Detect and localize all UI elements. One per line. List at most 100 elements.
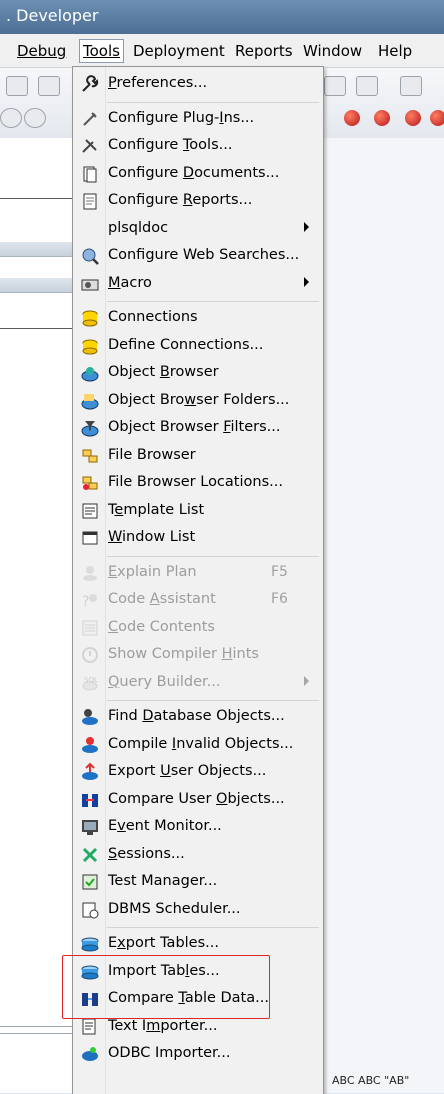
menu-separator [107, 101, 319, 103]
menu-item-object-browser-filters[interactable]: Object Browser Filters... [73, 415, 323, 441]
menu-item-window-list[interactable]: Window List [73, 525, 323, 551]
menu-item-label: Object Browser Filters... [108, 419, 281, 435]
dbms-scheduler-icon [80, 900, 100, 920]
menu-item-show-compiler-hints: Show Compiler Hints [73, 642, 323, 668]
menu-item-configure-web-searches[interactable]: Configure Web Searches... [73, 243, 323, 269]
menu-separator [107, 927, 319, 928]
menu-deployment[interactable]: Deployment [130, 40, 228, 62]
menu-item-label: Configure Reports... [108, 192, 253, 208]
menu-item-plsqldoc[interactable]: plsqldoc [73, 216, 323, 242]
menu-item-preferences[interactable]: Preferences... [73, 71, 323, 97]
print-icon[interactable] [38, 76, 60, 96]
window-title-bar: . Developer [0, 0, 444, 35]
menu-item-connections[interactable]: Connections [73, 305, 323, 331]
menu-item-sessions[interactable]: Sessions... [73, 842, 323, 868]
test-manager-icon [80, 872, 100, 892]
menu-reports[interactable]: Reports [232, 40, 296, 62]
menu-item-label: plsqldoc [108, 219, 169, 236]
menu-item-file-browser[interactable]: File Browser [73, 443, 323, 469]
export-user-objects-icon [80, 762, 100, 782]
menu-item-label: Sessions... [108, 845, 185, 862]
divider [0, 1026, 72, 1027]
menu-item-label: Text Importer... [108, 1017, 218, 1034]
menu-item-file-browser-locations[interactable]: File Browser Locations... [73, 470, 323, 496]
menu-item-export-tables[interactable]: Export Tables... [73, 931, 323, 957]
menu-item-object-browser[interactable]: Object Browser [73, 360, 323, 386]
menu-item-compile-invalid-objects[interactable]: Compile Invalid Objects... [73, 732, 323, 758]
object-browser-icon [80, 363, 100, 383]
toolbar-red-icon[interactable] [344, 110, 360, 126]
menu-debug[interactable]: Debug [14, 40, 69, 62]
menu-item-label: Explain Plan [108, 563, 197, 580]
reports-icon [80, 191, 100, 211]
menu-item-label: Object Browser Folders... [108, 391, 290, 408]
highlight-annotation [62, 955, 270, 1019]
menu-item-explain-plan: Explain Plan F5 [73, 560, 323, 586]
documents-icon [80, 164, 100, 184]
menu-item-label: Test Manager... [108, 873, 218, 889]
event-monitor-icon [80, 817, 100, 837]
back-icon[interactable] [356, 76, 378, 96]
menu-item-label: Event Monitor... [108, 818, 222, 834]
macro-icon [80, 274, 100, 294]
menu-item-object-browser-folders[interactable]: Object Browser Folders... [73, 388, 323, 414]
sql-icon[interactable] [24, 108, 46, 128]
menu-item-find-database-objects[interactable]: Find Database Objects... [73, 704, 323, 730]
menu-item-label: Code Contents [108, 618, 215, 635]
menu-item-export-user-objects[interactable]: Export User Objects... [73, 759, 323, 785]
menu-item-query-builder: SQL Query Builder... [73, 670, 323, 696]
browser-filters-icon [80, 418, 100, 438]
menu-item-configure-plug-ins[interactable]: Configure Plug-Ins... [73, 106, 323, 132]
svg-text:?: ? [82, 594, 89, 610]
menu-item-code-assistant: ? Code Assistant F6 [73, 587, 323, 613]
menu-bar: Debug Tools Deployment Reports Window He… [0, 34, 444, 68]
find-db-objects-icon [80, 707, 100, 727]
menu-item-label: Compile Invalid Objects... [108, 735, 294, 752]
toolbar-icon[interactable] [6, 76, 28, 96]
menu-tools[interactable]: Tools [79, 39, 124, 63]
db-icon[interactable] [0, 108, 22, 128]
menu-separator [107, 700, 319, 701]
menu-item-event-monitor[interactable]: Event Monitor... [73, 814, 323, 840]
menu-item-label: ODBC Importer... [108, 1045, 231, 1061]
menu-item-macro[interactable]: Macro [73, 271, 323, 297]
menu-window[interactable]: Window [300, 40, 365, 62]
menu-item-label: Export User Objects... [108, 763, 267, 779]
odbc-importer-icon [80, 1044, 100, 1064]
menu-item-shortcut: F5 [271, 563, 288, 580]
forward-icon[interactable] [400, 76, 422, 96]
toolbar-red-icon[interactable] [405, 110, 421, 126]
submenu-arrow-icon [304, 675, 309, 686]
toolbar-red-icon[interactable] [374, 110, 390, 126]
menu-item-label: File Browser Locations... [108, 474, 283, 490]
menu-item-configure-tools[interactable]: Configure Tools... [73, 133, 323, 159]
divider [0, 1033, 72, 1034]
menu-item-configure-reports[interactable]: Configure Reports... [73, 188, 323, 214]
browser-folders-icon [80, 391, 100, 411]
menu-item-compare-user-objects[interactable]: Compare User Objects... [73, 787, 323, 813]
menu-item-label: Connections [108, 309, 198, 325]
code-assistant-icon: ? [80, 590, 100, 610]
menu-item-configure-documents[interactable]: Configure Documents... [73, 161, 323, 187]
code-contents-icon [80, 618, 100, 638]
divider [0, 328, 72, 329]
sessions-icon [80, 845, 100, 865]
text-importer-icon [80, 1017, 100, 1037]
file-browser-icon [80, 446, 100, 466]
menu-item-dbms-scheduler[interactable]: DBMS Scheduler... [73, 897, 323, 923]
menu-help[interactable]: Help [375, 40, 415, 62]
menu-item-define-connections[interactable]: Define Connections... [73, 333, 323, 359]
status-bar: ABC ABC "AB" [322, 1065, 444, 1093]
plug-icon [80, 109, 100, 129]
toolbar-icon[interactable] [324, 76, 346, 96]
menu-item-template-list[interactable]: Template List [73, 498, 323, 524]
menu-item-label: Define Connections... [108, 336, 264, 353]
file-browser-locations-icon [80, 473, 100, 493]
menu-item-odbc-importer[interactable]: ODBC Importer... [73, 1041, 323, 1067]
menu-item-test-manager[interactable]: Test Manager... [73, 869, 323, 895]
menu-item-label: Show Compiler Hints [108, 646, 259, 662]
connections-icon [80, 308, 100, 328]
toolbar-red-icon[interactable] [430, 110, 444, 126]
menu-item-label: Export Tables... [108, 935, 219, 951]
menu-item-label: Macro [108, 274, 152, 291]
